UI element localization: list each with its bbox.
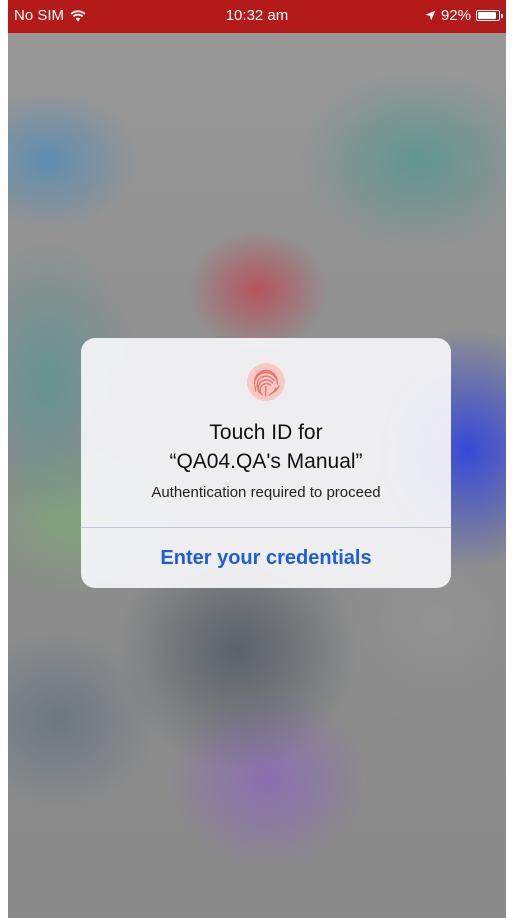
battery-percent: 92% (440, 7, 471, 24)
battery-fill (478, 12, 496, 19)
phone-screen: No SIM 10:32 am 92% Touch ID for “QA04.Q… (8, 0, 506, 918)
touch-id-alert: Touch ID for “QA04.QA's Manual” Authenti… (81, 338, 451, 588)
status-right: 92% (425, 7, 503, 24)
fingerprint-icon (246, 362, 286, 402)
enter-credentials-button[interactable]: Enter your credentials (81, 528, 451, 588)
alert-body: Touch ID for “QA04.QA's Manual” Authenti… (81, 338, 451, 527)
location-arrow-icon (425, 10, 436, 21)
battery-nub (501, 14, 503, 18)
battery-icon (476, 10, 503, 21)
alert-message: Authentication required to proceed (151, 484, 381, 501)
status-bar: No SIM 10:32 am 92% (8, 0, 506, 33)
alert-title-line-1: Touch ID for (209, 421, 323, 444)
alert-title-line-2: “QA04.QA's Manual” (169, 450, 363, 473)
alert-title: Touch ID for “QA04.QA's Manual” (81, 418, 451, 476)
